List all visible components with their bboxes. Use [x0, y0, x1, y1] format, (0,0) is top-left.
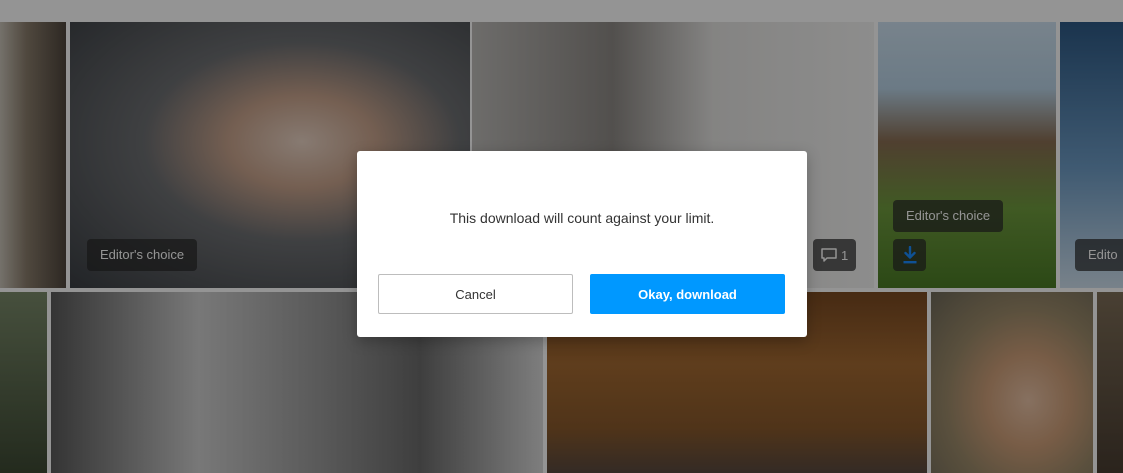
confirm-download-button[interactable]: Okay, download	[590, 274, 785, 314]
download-confirm-dialog: This download will count against your li…	[357, 151, 807, 337]
cancel-button[interactable]: Cancel	[378, 274, 573, 314]
dialog-message: This download will count against your li…	[449, 210, 715, 226]
